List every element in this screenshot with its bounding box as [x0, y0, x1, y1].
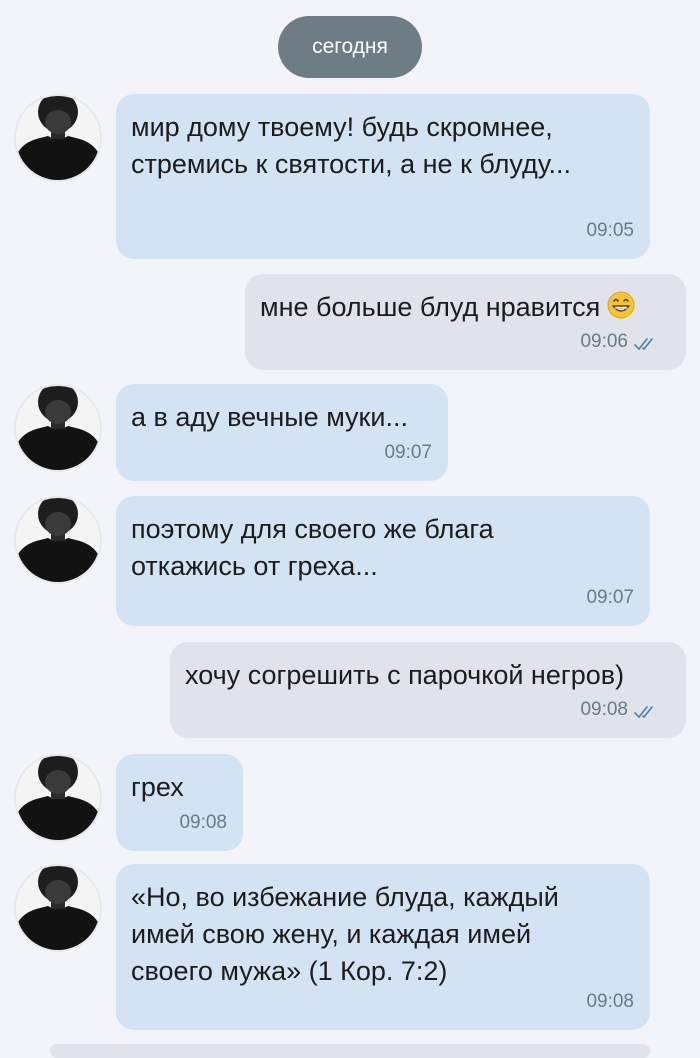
message-line: хочу согрешить с парочкой негров) — [185, 660, 625, 690]
message-line: «Но, во избежание блуда, каждый — [131, 882, 559, 912]
message-line: своего мужа» (1 Кор. 7:2) — [131, 956, 448, 986]
read-checkmarks-icon — [634, 338, 653, 350]
message-line: мир дому твоему! будь скромнее, — [131, 112, 553, 142]
message-time: 09:08 — [586, 991, 634, 1012]
message-time: 09:08 — [179, 812, 227, 833]
message-bubble-outgoing[interactable]: хочу согрешить с парочкой негров) 09:08 — [170, 642, 686, 738]
avatar[interactable] — [16, 96, 100, 180]
message-text: мне больше блуд нравится — [260, 289, 636, 326]
contact-photo — [16, 386, 100, 470]
message-time: 09:06 — [580, 331, 628, 352]
message-text: мир дому твоему! будь скромнее, стремись… — [131, 109, 571, 183]
message-line: мне больше блуд нравится — [260, 292, 601, 322]
contact-photo — [16, 866, 100, 950]
next-message-bubble-partial — [50, 1044, 650, 1058]
avatar[interactable] — [16, 756, 100, 840]
contact-photo — [16, 756, 100, 840]
message-bubble-incoming[interactable]: поэтому для своего же блага откажись от … — [116, 496, 650, 626]
message-bubble-outgoing[interactable]: мне больше блуд нравится 09:06 — [245, 274, 686, 370]
avatar[interactable] — [16, 498, 100, 582]
message-line: поэтому для своего же блага — [131, 514, 494, 544]
message-text: хочу согрешить с парочкой негров) — [185, 657, 624, 694]
message-line: стремись к святости, а не к блуду... — [131, 149, 572, 179]
message-line: грех — [131, 772, 184, 802]
message-line: имей свою жену, и каждая имей — [131, 919, 532, 949]
message-bubble-incoming[interactable]: мир дому твоему! будь скромнее, стремись… — [116, 94, 650, 259]
message-time: 09:07 — [586, 587, 634, 608]
message-text: поэтому для своего же блага откажись от … — [131, 511, 494, 585]
message-time: 09:08 — [580, 699, 628, 720]
message-text: а в аду вечные муки... — [131, 399, 408, 436]
message-line: откажись от греха... — [131, 551, 378, 581]
message-time: 09:07 — [384, 442, 432, 463]
message-bubble-incoming[interactable]: грех 09:08 — [116, 754, 243, 851]
message-text: грех — [131, 769, 184, 806]
contact-photo — [16, 96, 100, 180]
message-bubble-incoming[interactable]: «Но, во избежание блуда, каждый имей сво… — [116, 864, 650, 1030]
avatar[interactable] — [16, 386, 100, 470]
grinning-face-emoji — [607, 291, 635, 319]
message-bubble-incoming[interactable]: а в аду вечные муки... 09:07 — [116, 384, 448, 481]
date-separator-label: сегодня — [312, 35, 388, 58]
message-time: 09:05 — [586, 220, 634, 241]
read-checkmarks-icon — [634, 706, 653, 718]
message-line: а в аду вечные муки... — [131, 402, 408, 432]
contact-photo — [16, 498, 100, 582]
date-separator: сегодня — [278, 16, 422, 78]
message-text: «Но, во избежание блуда, каждый имей сво… — [131, 879, 559, 990]
avatar[interactable] — [16, 866, 100, 950]
